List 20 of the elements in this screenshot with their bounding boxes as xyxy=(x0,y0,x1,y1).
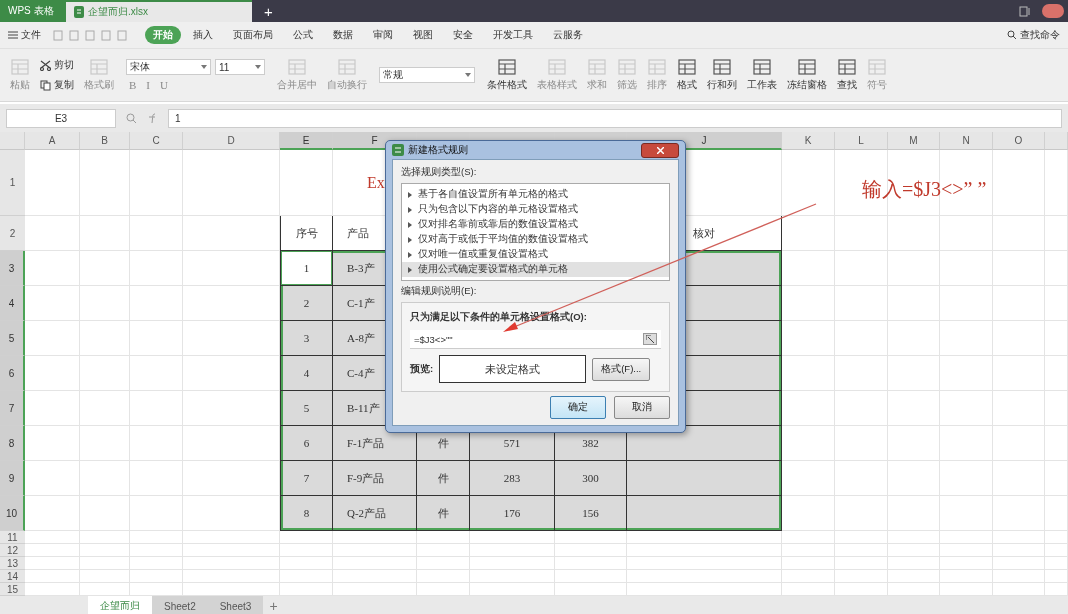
table-cell: 7 xyxy=(280,461,333,496)
table-cell: F-1产品 xyxy=(333,426,417,461)
table-cell: 件 xyxy=(417,496,470,531)
table-cell: 176 xyxy=(470,496,555,531)
table-cell: 1 xyxy=(280,251,333,286)
table-cell: F-9产品 xyxy=(333,461,417,496)
preview-box: 未设定格式 xyxy=(439,355,587,383)
table-cell: 283 xyxy=(470,461,555,496)
table-cell: 300 xyxy=(555,461,627,496)
table-cell: 5 xyxy=(280,391,333,426)
table-cell: 件 xyxy=(417,461,470,496)
annotation-text: 输入=$J3<>” ” xyxy=(862,177,987,202)
table-cell: 2 xyxy=(280,286,333,321)
table-cell: 4 xyxy=(280,356,333,391)
table-cell: 156 xyxy=(555,496,627,531)
table-cell: 8 xyxy=(280,496,333,531)
table-cell: 3 xyxy=(280,321,333,356)
table-cell: 6 xyxy=(280,426,333,461)
column-heading: 序号 xyxy=(280,216,333,251)
table-cell: Q-2产品 xyxy=(333,496,417,531)
